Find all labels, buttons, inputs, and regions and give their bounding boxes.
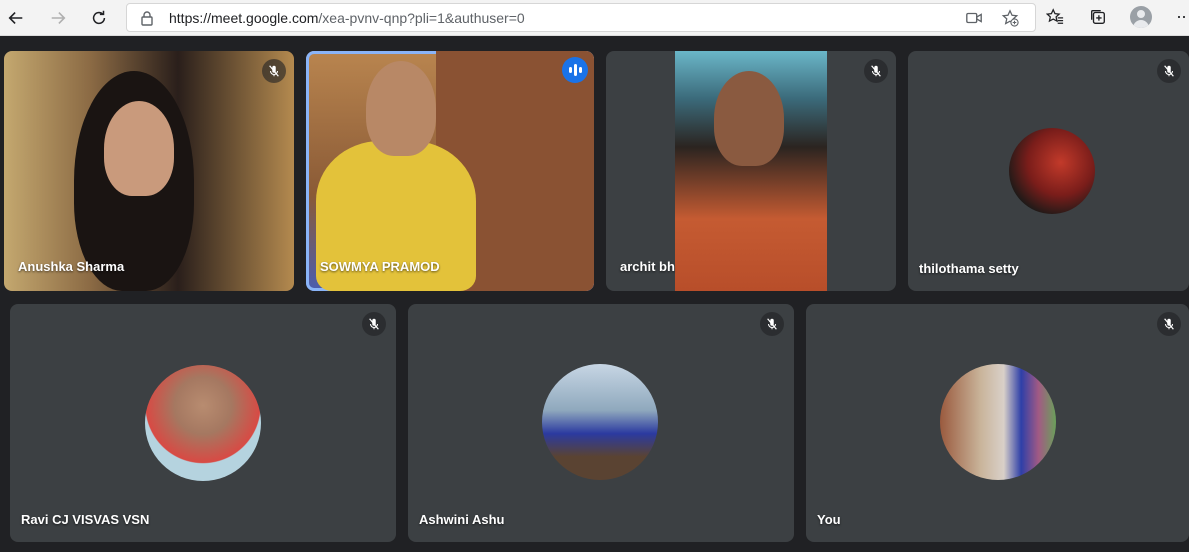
back-icon (8, 12, 23, 24)
mic-off-icon (864, 59, 888, 83)
participant-tile-anushka[interactable]: Anushka Sharma (4, 51, 294, 291)
refresh-icon (92, 10, 106, 25)
participant-face (104, 101, 174, 196)
participant-tile-you[interactable]: You (806, 304, 1189, 542)
camera-icon[interactable] (965, 9, 983, 27)
url-path: /xea-pvnv-qnp?pli=1&authuser=0 (318, 10, 525, 26)
mic-off-icon (1157, 59, 1181, 83)
mic-off-icon (1157, 312, 1181, 336)
participant-face (366, 61, 436, 156)
participant-tile-thilothama[interactable]: thilothama setty (908, 51, 1189, 291)
favorites-icon (1046, 8, 1064, 24)
participant-tile-ravi[interactable]: Ravi CJ VISVAS VSN (10, 304, 396, 542)
mic-off-icon (362, 312, 386, 336)
participant-tile-ashwini[interactable]: Ashwini Ashu (408, 304, 794, 542)
forward-button[interactable] (44, 4, 72, 32)
participant-name: SOWMYA PRAMOD (320, 259, 440, 274)
avatar (145, 365, 261, 481)
participant-tile-archit[interactable]: archit bh (606, 51, 896, 291)
participant-name: Ravi CJ VISVAS VSN (21, 512, 150, 527)
participant-name: Ashwini Ashu (419, 512, 505, 527)
audio-level-icon (562, 57, 588, 83)
participant-tile-sowmya[interactable]: SOWMYA PRAMOD (306, 51, 594, 291)
participant-name: Anushka Sharma (18, 259, 125, 274)
participant-name: thilothama setty (919, 261, 1019, 276)
url-host: https://meet.google.com (169, 10, 319, 26)
avatar (542, 364, 658, 480)
favorites-button[interactable] (1044, 6, 1066, 28)
address-bar[interactable]: https://meet.google.com/xea-pvnv-qnp?pli… (126, 3, 1036, 32)
more-menu-button[interactable]: ·· (1176, 6, 1187, 27)
participant-name: archit bh (620, 259, 675, 274)
url-text[interactable]: https://meet.google.com/xea-pvnv-qnp?pli… (169, 10, 525, 26)
back-button[interactable] (2, 4, 30, 32)
browser-toolbar: https://meet.google.com/xea-pvnv-qnp?pli… (0, 0, 1189, 36)
avatar (1009, 128, 1095, 214)
forward-icon (51, 12, 66, 24)
participant-name: You (817, 512, 841, 527)
add-favorite-icon[interactable] (1001, 9, 1019, 27)
profile-icon[interactable] (1130, 6, 1152, 28)
refresh-button[interactable] (85, 4, 113, 32)
collections-button[interactable] (1087, 6, 1109, 28)
collections-icon (1091, 10, 1105, 24)
participant-face (714, 71, 784, 166)
mic-off-icon (262, 59, 286, 83)
mic-off-icon (760, 312, 784, 336)
avatar (940, 364, 1056, 480)
lock-icon[interactable] (139, 10, 155, 26)
